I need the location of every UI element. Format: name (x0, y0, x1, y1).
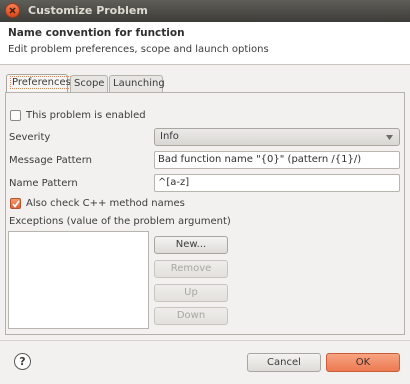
tab-launching[interactable]: Launching (109, 75, 165, 92)
name-pattern-label: Name Pattern (9, 178, 78, 189)
dialog-header: Name convention for function Edit proble… (0, 22, 410, 65)
remove-button[interactable]: Remove (154, 260, 228, 278)
close-button[interactable] (5, 3, 20, 18)
message-pattern-field[interactable]: Bad function name "{0}" (pattern /{1}/) (154, 151, 400, 169)
window-title: Customize Problem (28, 4, 148, 17)
tab-scope-label: Scope (74, 78, 105, 89)
severity-select[interactable]: Info (154, 128, 400, 146)
message-pattern-value: Bad function name "{0}" (pattern /{1}/) (158, 154, 362, 165)
check-cpp-label[interactable]: Also check C++ method names (26, 198, 185, 209)
ok-button[interactable]: OK (326, 353, 400, 372)
severity-label: Severity (9, 132, 51, 143)
enabled-checkbox-label[interactable]: This problem is enabled (26, 110, 146, 121)
title-bar: Customize Problem (0, 0, 410, 22)
help-icon[interactable]: ? (14, 353, 31, 370)
severity-value: Info (160, 131, 179, 142)
up-button[interactable]: Up (154, 284, 228, 302)
customize-problem-dialog: Customize Problem Name convention for fu… (0, 0, 410, 384)
header-description: Edit problem preferences, scope and laun… (8, 44, 269, 55)
message-pattern-label: Message Pattern (9, 155, 92, 166)
enabled-checkbox[interactable] (10, 110, 21, 121)
tab-scope[interactable]: Scope (70, 75, 108, 92)
exceptions-list[interactable] (8, 231, 149, 329)
new-button[interactable]: New... (154, 236, 228, 254)
check-cpp-checkbox[interactable] (10, 198, 21, 209)
header-title: Name convention for function (8, 27, 185, 39)
close-icon (9, 7, 16, 14)
tab-preferences[interactable]: Preferences (6, 74, 73, 93)
name-pattern-field[interactable]: ^[a-z] (154, 174, 400, 192)
footer-separator (0, 340, 410, 341)
name-pattern-value: ^[a-z] (158, 177, 190, 188)
checkmark-icon (12, 200, 20, 208)
chevron-down-icon (386, 135, 393, 140)
cancel-button[interactable]: Cancel (247, 353, 321, 372)
tab-launching-label: Launching (113, 78, 165, 89)
tab-preferences-label: Preferences (10, 76, 73, 89)
exceptions-label: Exceptions (value of the problem argumen… (9, 216, 231, 227)
down-button[interactable]: Down (154, 307, 228, 325)
